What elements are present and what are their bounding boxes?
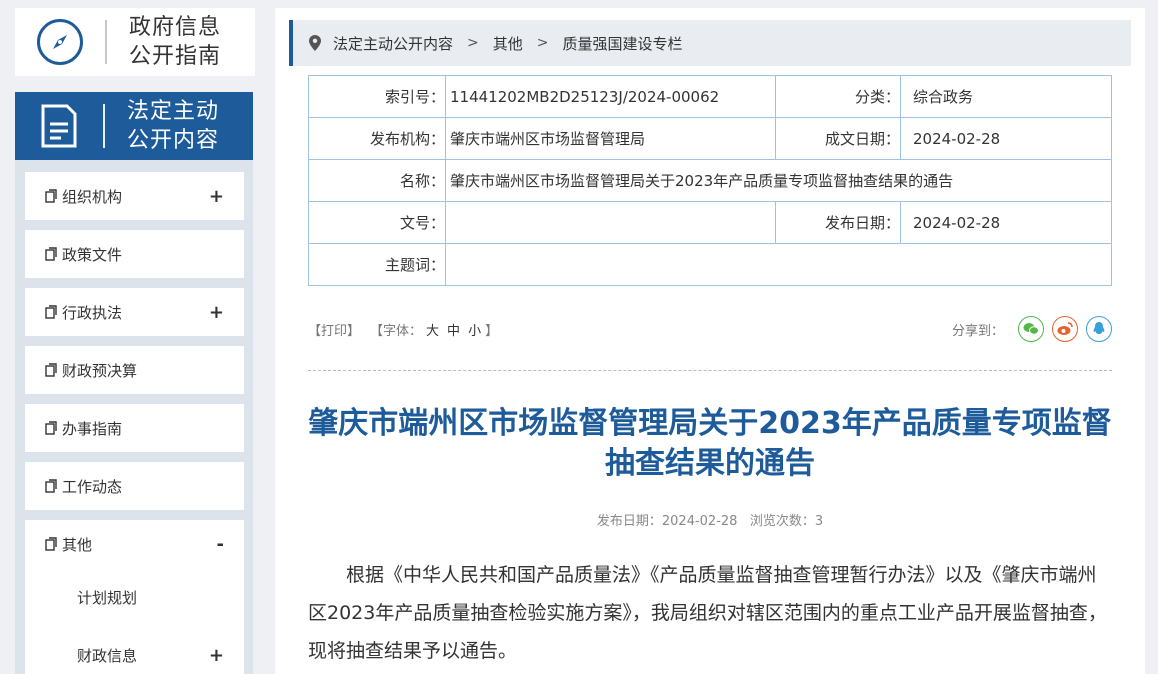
location-pin-icon [309,35,321,51]
breadcrumb-link-other[interactable]: 其他 [493,33,523,54]
sidebar-item-news[interactable]: 工作动态 [25,462,244,510]
expand-toggle[interactable]: + [209,186,224,207]
table-row: 文号： 发布日期： 2024-02-28 [308,201,1112,244]
table-row: 名称： 肇庆市端州区市场监督管理局关于2023年产品质量专项监督抽查结果的通告 [308,159,1112,202]
category-value: 综合政务 [900,75,1112,118]
sidebar-subitem-label: 计划规划 [77,588,138,607]
banner-title: 法定主动 公开内容 [127,97,219,155]
category-label: 分类： [775,75,901,118]
document-metadata-table: 索引号： 11441202MB2D25123J/2024-00062 分类： 综… [308,75,1112,286]
file-icon [45,421,57,435]
collapse-toggle[interactable]: - [217,534,224,555]
section-banner[interactable]: 法定主动 公开内容 [15,92,253,160]
font-size-label-end: 】 [485,323,499,339]
publisher-label: 发布机构： [308,117,446,160]
keywords-label: 主题词： [308,243,446,286]
file-icon [45,247,57,261]
keywords-value [445,243,1112,286]
sidebar-item-label: 工作动态 [62,477,123,496]
sidebar-subitem-finance[interactable]: 财政信息 + [25,626,244,674]
print-button[interactable]: 【打印】 [308,320,360,339]
sidebar-item-org[interactable]: 组织机构 + [25,172,244,220]
guide-title-line2: 公开指南 [129,44,222,69]
font-size-label: 【字体： [370,323,423,339]
table-row: 主题词： [308,243,1112,286]
sidebar-group-other: 其他 - 计划规划 财政信息 + [25,520,244,674]
guide-title-line1: 政府信息 [129,15,222,40]
breadcrumb-link-quality-column[interactable]: 质量强国建设专栏 [563,33,683,54]
file-icon [45,363,57,377]
banner-title-line1: 法定主动 [127,99,220,124]
sidebar-subitem-plans[interactable]: 计划规划 [25,568,244,626]
sidebar-subitem-label: 财政信息 [77,646,138,665]
banner-divider [103,104,105,148]
document-icon [41,104,77,148]
created-date-label: 成文日期： [775,117,901,160]
sidebar: 组织机构 + 政策文件 行政执法 + 财政预决算 办事指南 工作动态 其他 - … [15,160,253,674]
created-date-value: 2024-02-28 [900,117,1112,160]
sidebar-item-label: 组织机构 [62,187,123,206]
index-label: 索引号： [308,75,446,118]
font-small-button[interactable]: 小 [468,320,481,339]
article-title: 肇庆市端州区市场监督管理局关于2023年产品质量专项监督抽查结果的通告 [308,406,1112,481]
breadcrumb: 法定主动公开内容 > 其他 > 质量强国建设专栏 [289,20,1131,66]
index-value: 11441202MB2D25123J/2024-00062 [445,75,776,118]
doc-number-label: 文号： [308,201,446,244]
banner-title-line2: 公开内容 [127,128,220,153]
file-icon [45,189,57,203]
sidebar-item-other[interactable]: 其他 - [25,520,244,568]
sidebar-item-guide[interactable]: 办事指南 [25,404,244,452]
expand-toggle[interactable]: + [209,645,224,666]
sidebar-item-enforcement[interactable]: 行政执法 + [25,288,244,336]
guide-title: 政府信息 公开指南 [129,13,221,71]
main-panel: 法定主动公开内容 > 其他 > 质量强国建设专栏 索引号： 11441202MB… [275,8,1145,674]
breadcrumb-link-disclosure[interactable]: 法定主动公开内容 [333,33,453,54]
file-icon [45,479,57,493]
name-label: 名称： [308,159,446,202]
weibo-share-icon[interactable] [1052,316,1078,342]
publish-date-value: 2024-02-28 [900,201,1112,244]
article-publish-info: 发布日期：2024-02-28 浏览次数：3 [596,514,824,529]
wechat-share-icon[interactable] [1018,316,1044,342]
name-value: 肇庆市端州区市场监督管理局关于2023年产品质量专项监督抽查结果的通告 [445,159,1112,202]
sidebar-item-label: 其他 [62,535,93,554]
sidebar-item-label: 行政执法 [62,303,123,322]
font-medium-button[interactable]: 中 [447,320,460,339]
qq-share-icon[interactable] [1086,316,1112,342]
font-large-button[interactable]: 大 [426,320,439,339]
chevron-right-icon: > [467,35,479,51]
share-label: 分享到： [951,323,1004,339]
publish-date-label: 发布日期： [775,201,901,244]
file-icon [45,305,57,319]
table-row: 发布机构： 肇庆市端州区市场监督管理局 成文日期： 2024-02-28 [308,117,1112,160]
doc-number-value [445,201,776,244]
sidebar-item-label: 政策文件 [62,245,123,264]
sidebar-item-label: 财政预决算 [62,361,138,380]
chevron-right-icon: > [536,35,549,51]
article-paragraph: 根据《中华人民共和国产品质量法》《产品质量监督抽查管理暂行办法》以及《肇庆市端州… [308,564,1107,662]
sidebar-item-budget[interactable]: 财政预决算 [25,346,244,394]
logo-divider [105,20,107,64]
sidebar-item-policy[interactable]: 政策文件 [25,230,244,278]
table-row: 索引号： 11441202MB2D25123J/2024-00062 分类： 综… [308,75,1112,118]
guide-logo-box[interactable]: 政府信息 公开指南 [15,8,255,76]
article-toolbar: 【打印】 【字体： 大 中 小 】 分享到： [308,316,1112,342]
compass-icon [37,19,83,65]
divider [308,370,1112,371]
file-icon [45,537,57,551]
publisher-value: 肇庆市端州区市场监督管理局 [445,117,776,160]
sidebar-item-label: 办事指南 [62,419,123,438]
expand-toggle[interactable]: + [209,302,224,323]
